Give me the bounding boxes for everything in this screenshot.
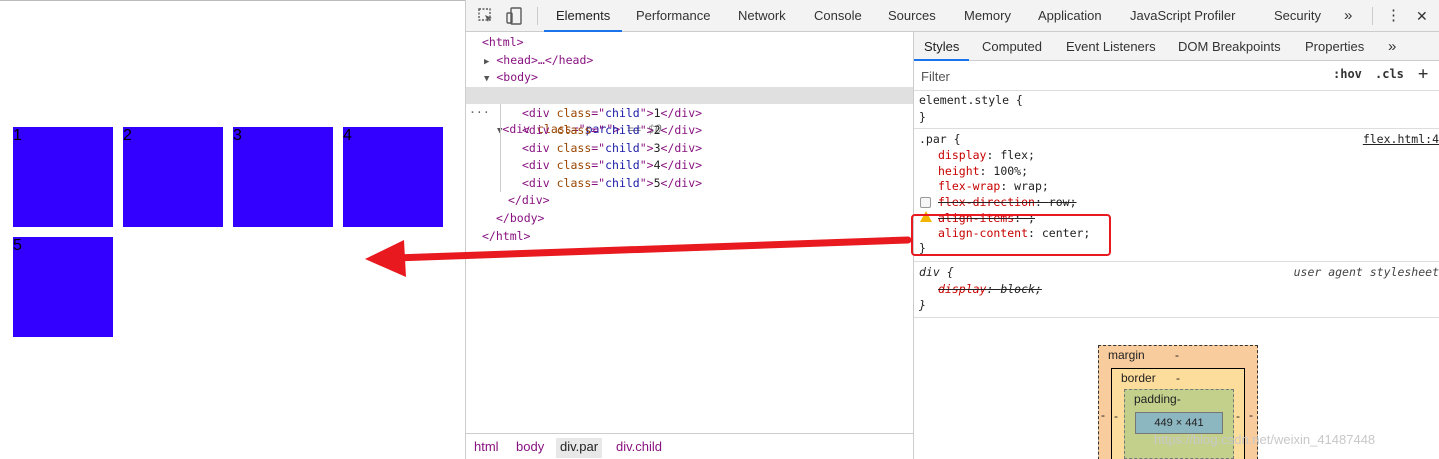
dom-node-child[interactable]: <div class="child">2</div> [522, 122, 702, 139]
dom-node-child[interactable]: <div class="child">4</div> [522, 157, 702, 174]
child-label-2: 2 [123, 127, 132, 144]
dom-tag: <head>…</head> [496, 53, 594, 67]
toolbar-divider [537, 7, 538, 25]
tab-console[interactable]: Console [814, 0, 862, 32]
hover-state-toggle[interactable]: :hov [1333, 67, 1362, 81]
ellipsis-menu-icon[interactable]: ··· [469, 104, 490, 121]
tab-network[interactable]: Network [738, 0, 786, 32]
border-top-value[interactable]: - [1176, 371, 1180, 385]
child-box-5: 5 [13, 237, 113, 337]
child-label-4: 4 [343, 127, 352, 144]
breadcrumb-div-par[interactable]: div.par [556, 438, 603, 458]
tab-sources[interactable]: Sources [888, 0, 936, 32]
breadcrumb: html body div.par div.child [466, 433, 914, 459]
child-box-3: 3 [233, 127, 333, 227]
breadcrumb-div-child[interactable]: div.child [612, 438, 666, 458]
css-declaration[interactable]: display: flex; [938, 147, 1035, 163]
padding-label: padding- [1134, 392, 1181, 406]
add-rule-icon[interactable]: + [1418, 64, 1428, 84]
dom-tag: <body> [496, 70, 538, 84]
box-model-content-size[interactable]: 449 × 441 [1135, 412, 1223, 434]
dom-node-head[interactable]: ▶ <head>…</head> [484, 52, 593, 69]
tab-dom-breakpoints[interactable]: DOM Breakpoints [1178, 32, 1281, 61]
css-declaration[interactable]: flex-wrap: wrap; [938, 178, 1049, 194]
rule-selector[interactable]: element.style { [919, 92, 1023, 108]
dom-node-body-close[interactable]: </body> [496, 210, 544, 227]
css-declaration-disabled[interactable]: flex-direction: row; [938, 194, 1077, 210]
close-icon[interactable]: ✕ [1416, 0, 1428, 32]
border-left-value[interactable]: - [1114, 409, 1118, 423]
expand-triangle-icon[interactable]: ▶ [484, 57, 489, 67]
kebab-menu-icon[interactable]: ⋮ [1386, 0, 1401, 32]
child-label-3: 3 [233, 127, 242, 144]
filter-input[interactable] [916, 65, 1321, 87]
tab-properties[interactable]: Properties [1305, 32, 1364, 61]
elements-tree: <html> ▶ <head>…</head> ▼ <body> ··· ▼<d… [466, 32, 914, 432]
rule-close: } [919, 298, 926, 312]
dom-node-html[interactable]: <html> [482, 34, 524, 51]
page-viewport: 1 2 3 4 5 [0, 0, 466, 459]
breadcrumb-html[interactable]: html [470, 438, 503, 458]
declaration-checkbox[interactable] [920, 197, 931, 208]
box-model-padding[interactable]: padding- 449 × 441 [1124, 389, 1234, 459]
dom-tag: <html> [482, 35, 524, 49]
dom-node-child[interactable]: <div class="child">3</div> [522, 140, 702, 157]
css-declaration-overridden: display: block; [938, 282, 1042, 296]
dom-node-body[interactable]: ▼ <body> [484, 69, 538, 86]
tab-elements[interactable]: Elements [544, 0, 623, 32]
child-label-1: 1 [13, 127, 22, 144]
tab-event-listeners[interactable]: Event Listeners [1066, 32, 1156, 61]
styles-filter-bar: :hov .cls + [914, 61, 1439, 91]
border-label: border [1121, 371, 1156, 385]
dom-node-child[interactable]: <div class="child">1</div> [522, 105, 702, 122]
tab-styles[interactable]: Styles [914, 32, 970, 61]
device-toolbar-icon[interactable] [505, 7, 523, 25]
tab-javascript-profiler[interactable]: JavaScript Profiler [1130, 0, 1235, 32]
more-tabs-icon[interactable]: » [1388, 32, 1396, 61]
tab-application[interactable]: Application [1038, 0, 1102, 32]
child-box-4: 4 [343, 127, 443, 227]
element-style-rule: element.style { } [914, 91, 1439, 129]
rule-close: } [919, 110, 926, 124]
child-box-1: 1 [13, 127, 113, 227]
tab-performance[interactable]: Performance [636, 0, 710, 32]
sidebar-tabs: Styles Computed Event Listeners DOM Brea… [914, 32, 1439, 61]
dom-node-div-close[interactable]: </div> [508, 192, 550, 209]
inspect-icon[interactable] [477, 7, 495, 25]
user-agent-rule: div { user agent stylesheet display: blo… [914, 262, 1439, 318]
border-right-value[interactable]: - [1236, 409, 1240, 423]
child-label-5: 5 [13, 237, 22, 254]
margin-left-value[interactable]: - [1101, 408, 1105, 422]
dom-node-html-close[interactable]: </html> [482, 228, 530, 245]
dom-node-div-par[interactable]: ··· ▼<div class="par"> == $0 [466, 87, 914, 136]
margin-right-value[interactable]: - [1249, 408, 1253, 422]
user-agent-label: user agent stylesheet [1293, 265, 1439, 279]
watermark-text: https://blog.csdn.net/weixin_41487448 [1154, 432, 1376, 447]
margin-top-value[interactable]: - [1175, 348, 1179, 362]
tree-guide-line [500, 104, 501, 192]
tab-computed[interactable]: Computed [982, 32, 1042, 61]
toolbar-divider [1372, 7, 1373, 25]
more-tabs-icon[interactable]: » [1344, 0, 1352, 32]
rule-selector[interactable]: .par { [919, 131, 961, 147]
collapse-triangle-icon[interactable]: ▼ [484, 74, 489, 84]
devtools-toolbar: Elements Performance Network Console Sou… [466, 0, 1439, 32]
margin-label: margin [1108, 348, 1145, 362]
breadcrumb-body[interactable]: body [512, 438, 548, 458]
child-box-2: 2 [123, 127, 223, 227]
css-declaration[interactable]: height: 100%; [938, 163, 1028, 179]
rule-selector: div { [919, 265, 954, 279]
tab-security[interactable]: Security [1274, 0, 1321, 32]
tab-memory[interactable]: Memory [964, 0, 1011, 32]
source-link[interactable]: flex.html:4 [1363, 131, 1439, 147]
dom-node-child[interactable]: <div class="child">5</div> [522, 175, 702, 192]
annotation-highlight-box [911, 214, 1111, 256]
class-toggle[interactable]: .cls [1375, 67, 1404, 81]
